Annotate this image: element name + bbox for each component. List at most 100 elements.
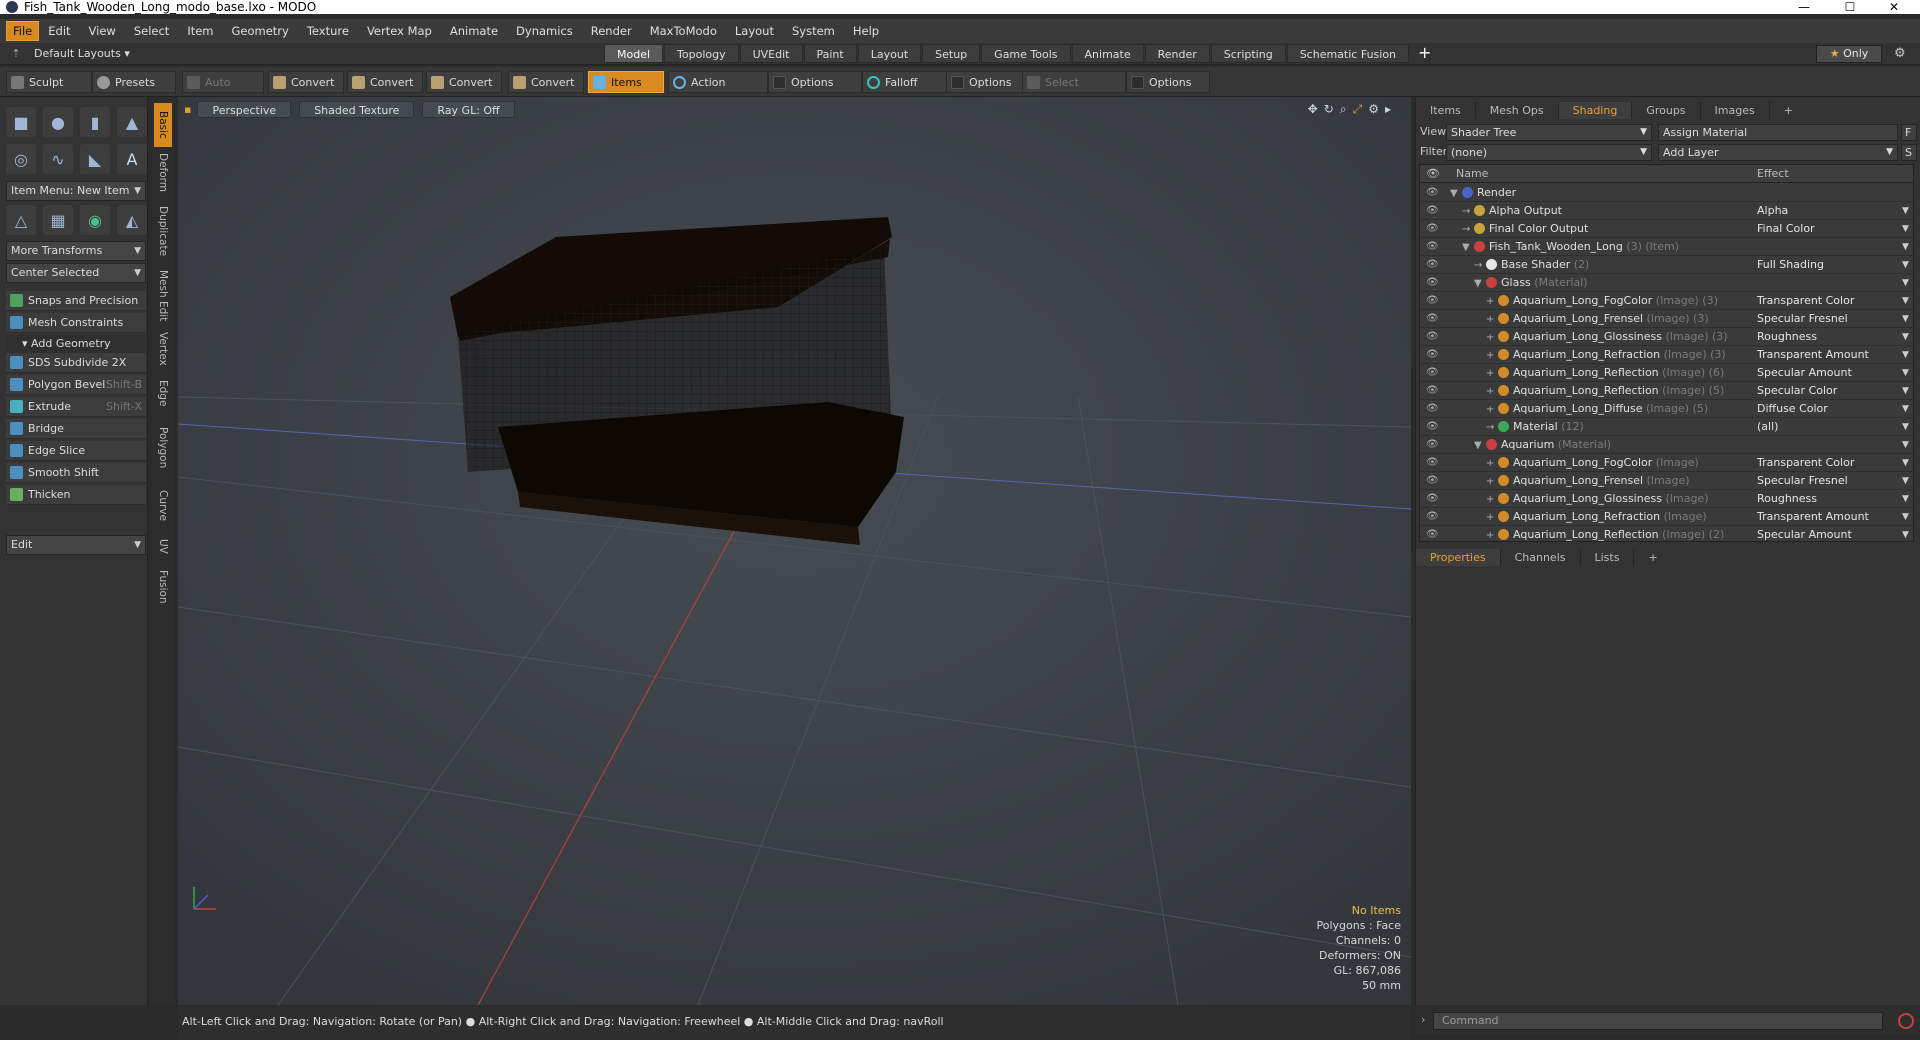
pen-icon[interactable]: ◣ [80, 144, 110, 174]
shading-mode-button[interactable]: Shaded Texture [299, 101, 415, 118]
properties-tab-properties[interactable]: Properties [1416, 549, 1501, 566]
tab-game-tools[interactable]: Game Tools [981, 44, 1071, 63]
torus-icon[interactable]: ◎ [6, 144, 36, 174]
viewport-gear-icon[interactable]: ⚙ [1368, 102, 1385, 116]
panel-tab-images[interactable]: Images [1701, 102, 1770, 119]
vtab-basic[interactable]: Basic [154, 103, 172, 147]
shader-row[interactable]: 👁 + Aquarium_Long_Frensel (Image) Specular … [1420, 472, 1913, 491]
expand-toggle-icon[interactable]: + [1486, 347, 1496, 365]
shader-row[interactable]: 👁 ▼ Fish_Tank_Wooden_Long (3) (Item) ▼ [1420, 238, 1913, 256]
tool-edge-slice[interactable]: Edge Slice [6, 441, 146, 461]
filter-dropdown[interactable]: (none) ▼ [1446, 144, 1652, 161]
eye-icon[interactable]: 👁 [1426, 526, 1440, 541]
chevron-down-icon[interactable]: ▼ [1902, 382, 1909, 400]
expand-toggle-icon[interactable]: + [1486, 293, 1496, 311]
shader-row[interactable]: 👁 → Base Shader (2) Full Shading ▼ [1420, 256, 1913, 274]
eye-icon[interactable]: 👁 [1426, 382, 1440, 400]
viewport-menu-icon[interactable]: ▪ [184, 101, 191, 118]
gear-icon[interactable]: ⚙ [1894, 45, 1906, 63]
menu-item-layout[interactable]: Layout [726, 19, 783, 43]
3d-viewport[interactable]: ▪ Perspective Shaded Texture Ray GL: Off… [178, 97, 1411, 1005]
items-mode-button[interactable]: Items [588, 71, 664, 93]
shader-row[interactable]: 👁 + Aquarium_Long_Reflection (Image) (2) Sp… [1420, 526, 1913, 541]
expand-toggle-icon[interactable]: + [1486, 473, 1496, 491]
auto-select-button[interactable]: Auto Select [182, 71, 264, 111]
expand-toggle-icon[interactable]: + [1486, 509, 1496, 527]
chevron-down-icon[interactable]: ▼ [1902, 400, 1909, 418]
chevron-down-icon[interactable]: ▼ [1902, 238, 1909, 256]
chevron-down-icon[interactable]: ▼ [1902, 310, 1909, 328]
maximize-icon[interactable]: ☐ [1832, 0, 1868, 14]
vtab-curve[interactable]: Curve [154, 483, 172, 527]
convert-materials-button[interactable]: Convert [508, 71, 584, 93]
menu-item-item[interactable]: Item [178, 19, 222, 43]
menu-item-view[interactable]: View [80, 19, 125, 43]
action-center-button[interactable]: Action Center [668, 71, 768, 111]
name-column-header[interactable]: Name [1456, 165, 1488, 183]
expand-toggle-icon[interactable]: → [1462, 203, 1472, 221]
layout-preset-dropdown[interactable]: ⇡ Default Layouts ▾ [8, 45, 129, 63]
eye-icon[interactable]: 👁 [1426, 508, 1440, 526]
shader-row[interactable]: 👁 ▼ Glass (Material) ▼ [1420, 274, 1913, 292]
add-properties-tab-icon[interactable]: + [1634, 549, 1671, 566]
eye-icon[interactable]: 👁 [1426, 328, 1440, 346]
shader-row[interactable]: 👁 + Aquarium_Long_FogColor (Image) Transpar… [1420, 454, 1913, 473]
add-tab-icon[interactable]: + [1410, 44, 1439, 63]
vtab-mesh-edit[interactable]: Mesh Edit [154, 267, 172, 325]
tube-icon[interactable]: ∿ [43, 144, 73, 174]
falloff-options-button[interactable]: Options [946, 71, 1024, 93]
eye-icon[interactable]: 👁 [1426, 418, 1440, 436]
eye-icon[interactable]: 👁 [1426, 400, 1440, 418]
edit-dropdown[interactable]: Edit ▼ [6, 535, 146, 555]
mesh-constraints-button[interactable]: Mesh Constraints [6, 313, 146, 333]
tab-setup[interactable]: Setup [922, 44, 981, 63]
expand-toggle-icon[interactable]: + [1486, 311, 1496, 329]
properties-tab-lists[interactable]: Lists [1581, 549, 1635, 566]
cylinder-icon[interactable]: ▮ [80, 107, 110, 137]
expand-toggle-icon[interactable]: + [1486, 365, 1496, 383]
shader-row[interactable]: 👁 → Material (12) (all) ▼ [1420, 418, 1913, 436]
convert-vertices-button[interactable]: Convert [268, 71, 344, 93]
menu-item-animate[interactable]: Animate [441, 19, 507, 43]
tool-extrude[interactable]: Extrude Shift-X [6, 397, 146, 417]
tab-uvedit[interactable]: UVEdit [739, 44, 803, 63]
effect-column-header[interactable]: Effect [1757, 165, 1789, 183]
menu-item-dynamics[interactable]: Dynamics [507, 19, 582, 43]
select-through-options-button[interactable]: Options [1126, 71, 1210, 93]
add-panel-tab-icon[interactable]: + [1770, 102, 1807, 119]
expand-toggle-icon[interactable]: ▼ [1450, 185, 1460, 203]
center-selected-dropdown[interactable]: Center Selected ▼ [6, 263, 146, 283]
chevron-down-icon[interactable]: ▼ [1902, 220, 1909, 238]
expand-toggle-icon[interactable]: + [1486, 455, 1496, 473]
eye-icon[interactable]: 👁 [1426, 364, 1440, 382]
chevron-down-icon[interactable]: ▼ [1902, 490, 1909, 508]
shader-row[interactable]: 👁 → Final Color Output Final Color ▼ [1420, 220, 1913, 238]
shader-row[interactable]: 👁 + Aquarium_Long_Reflection (Image) (5) Sp… [1420, 382, 1913, 401]
menu-item-vertex-map[interactable]: Vertex Map [358, 19, 441, 43]
zoom-icon[interactable]: ⌕ [1340, 102, 1353, 116]
s-button[interactable]: S [1901, 144, 1917, 161]
expand-icon[interactable]: ▸ [1385, 102, 1397, 116]
eye-icon[interactable]: 👁 [1426, 490, 1440, 508]
tool-polygon-bevel[interactable]: Polygon Bevel Shift-B [6, 375, 146, 395]
tab-paint[interactable]: Paint [803, 44, 857, 63]
chevron-down-icon[interactable]: ▼ [1902, 472, 1909, 490]
item-menu-dropdown[interactable]: Item Menu: New Item ▼ [6, 181, 146, 201]
menu-item-system[interactable]: System [783, 19, 844, 43]
chevron-down-icon[interactable]: ▼ [1902, 346, 1909, 364]
tool-thicken[interactable]: Thicken [6, 485, 146, 505]
chevron-down-icon[interactable]: ▼ [1902, 526, 1909, 541]
vtab-duplicate[interactable]: Duplicate [154, 199, 172, 263]
menu-item-edit[interactable]: Edit [39, 19, 79, 43]
tab-scripting[interactable]: Scripting [1210, 44, 1286, 63]
falloff-button[interactable]: Falloff [862, 71, 948, 93]
expand-toggle-icon[interactable]: + [1486, 491, 1496, 509]
expand-toggle-icon[interactable]: + [1486, 383, 1496, 401]
raygl-button[interactable]: Ray GL: Off [422, 101, 515, 118]
menu-item-help[interactable]: Help [844, 19, 888, 43]
chevron-down-icon[interactable]: ▼ [1902, 508, 1909, 526]
convert-polygons-button[interactable]: Convert [426, 71, 502, 93]
tool-sds-subdivide-2x[interactable]: SDS Subdivide 2X [6, 353, 146, 373]
chevron-down-icon[interactable]: ▼ [1902, 256, 1909, 274]
eye-icon[interactable]: 👁 [1426, 202, 1440, 220]
